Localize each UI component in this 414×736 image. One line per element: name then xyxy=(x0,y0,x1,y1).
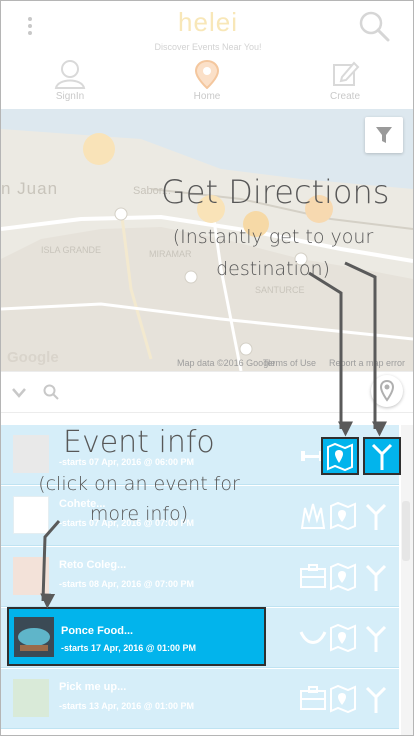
app-frame: helei Discover Events Near You! SignIn H… xyxy=(0,0,414,736)
arrow-directions-2 xyxy=(344,261,387,437)
annotation-arrows xyxy=(40,261,387,609)
arrow-directions-1 xyxy=(308,271,353,437)
arrow-event xyxy=(40,520,61,609)
